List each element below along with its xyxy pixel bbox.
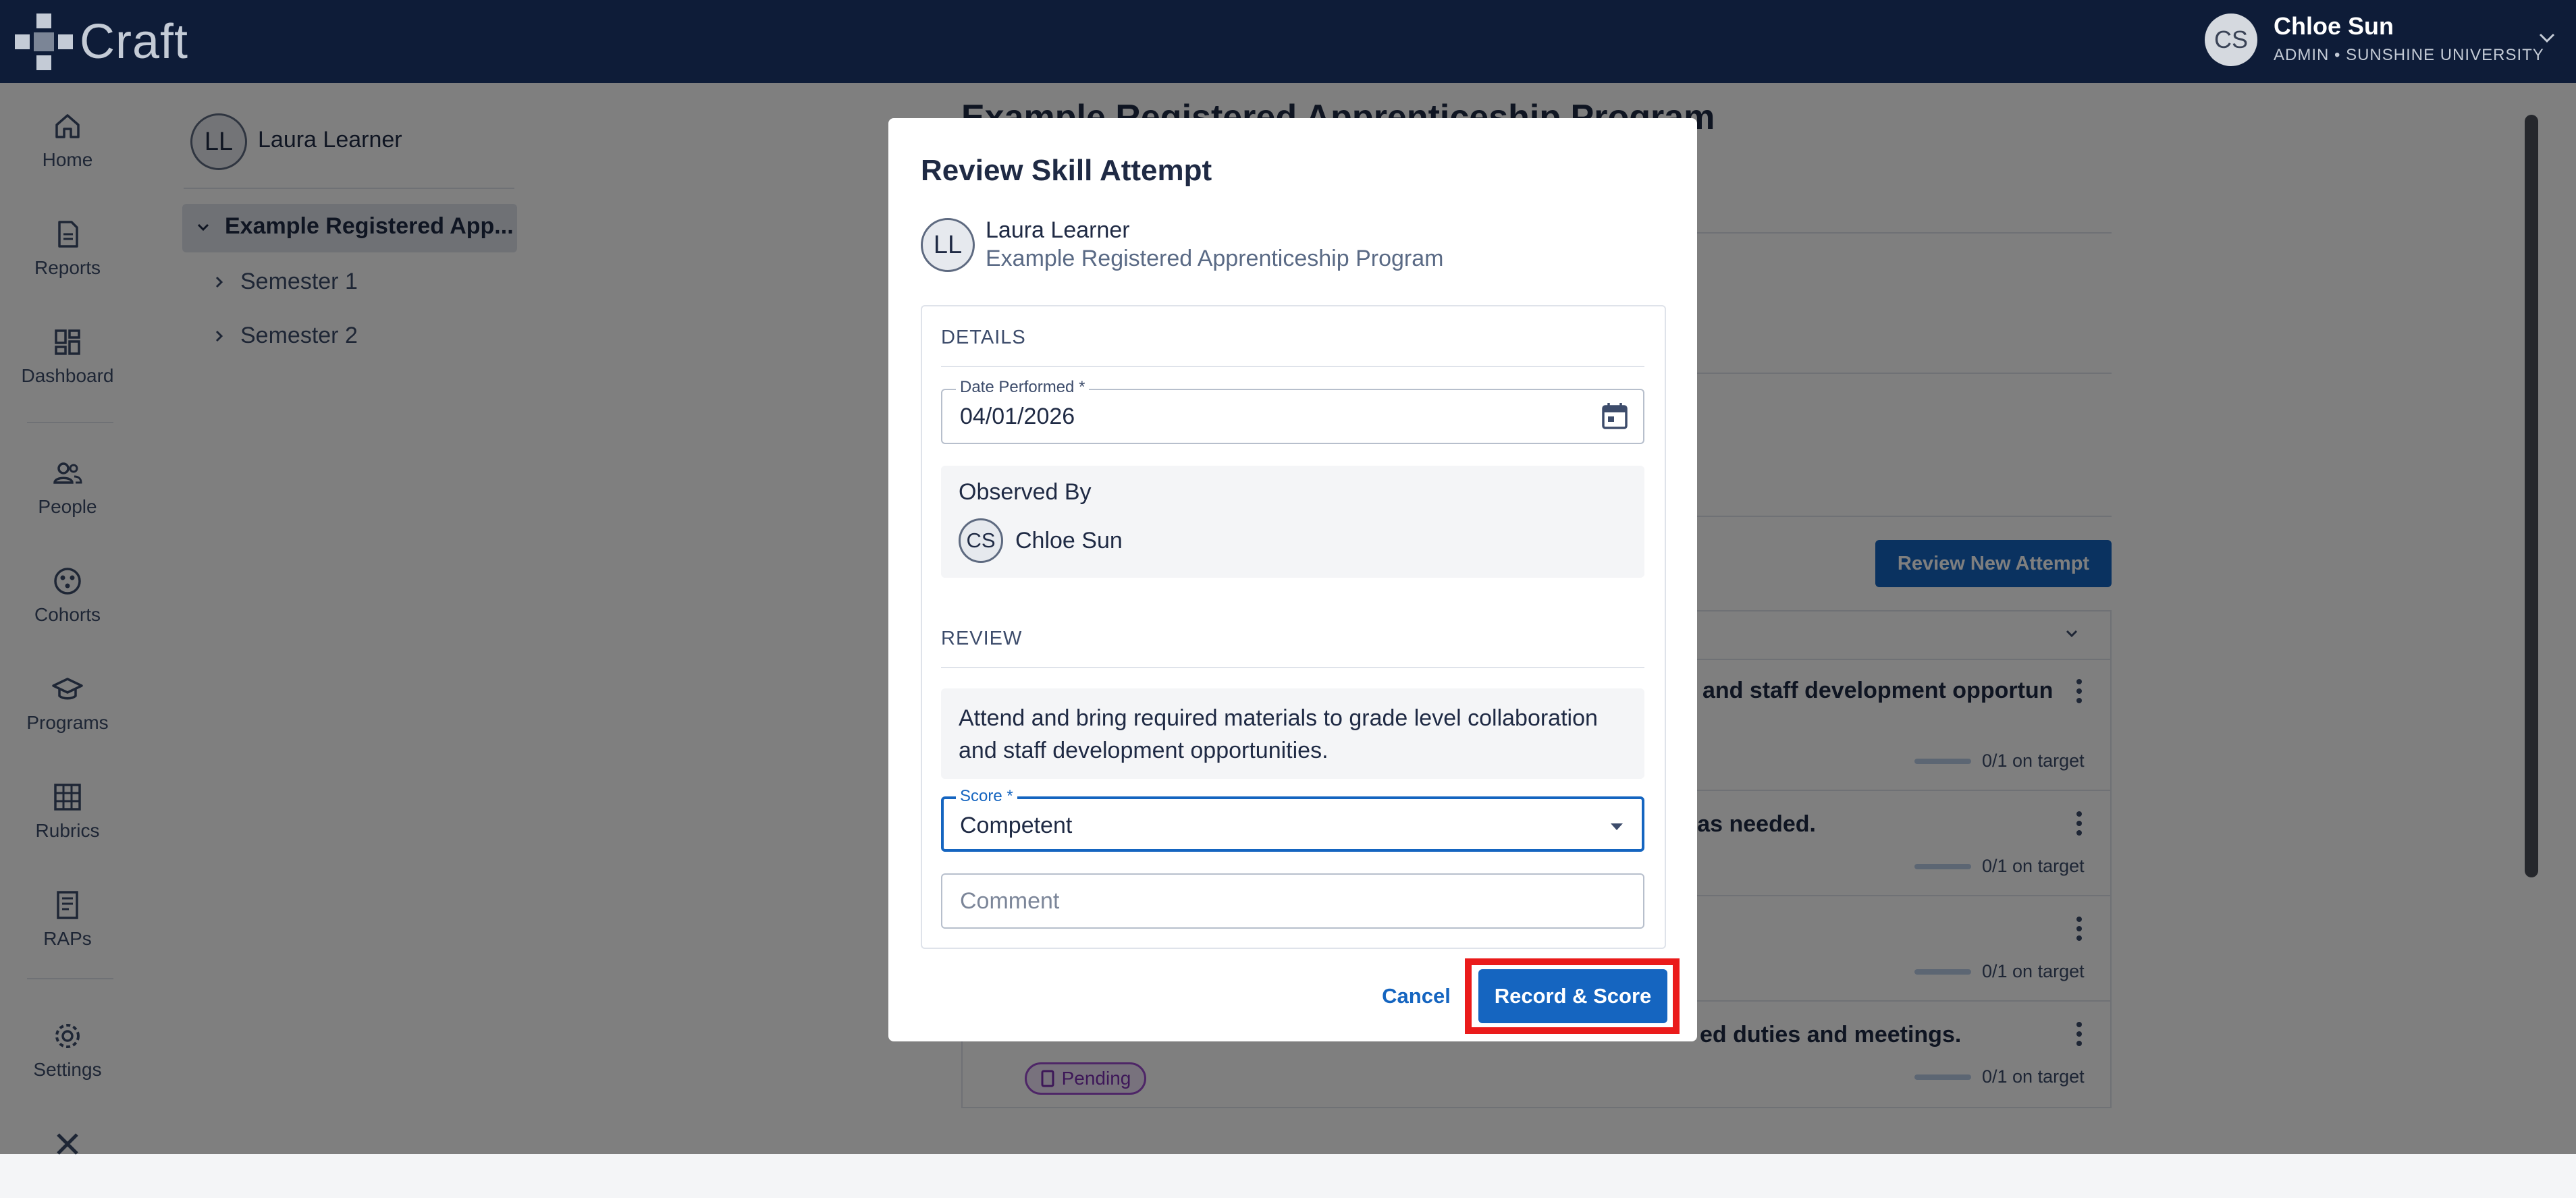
observed-by-label: Observed By <box>959 479 1092 505</box>
top-bar: Craft CS Chloe Sun ADMIN • SUNSHINE UNIV… <box>0 0 2576 83</box>
learner-name: Laura Learner <box>986 217 1130 243</box>
score-value[interactable]: Competent <box>960 813 1072 839</box>
review-section-label: REVIEW <box>941 628 1023 649</box>
divider <box>941 667 1644 668</box>
app-name: Craft <box>80 15 189 69</box>
craft-logo-icon <box>15 13 73 70</box>
craft-logo[interactable]: Craft <box>14 12 188 72</box>
score-label: Score * <box>956 787 1017 806</box>
user-name[interactable]: Chloe Sun <box>2274 12 2394 40</box>
observer-name: Chloe Sun <box>1015 528 1123 553</box>
chevron-down-icon[interactable] <box>2538 31 2556 45</box>
date-performed-value[interactable]: 04/01/2026 <box>960 404 1075 430</box>
record-and-score-button[interactable]: Record & Score <box>1478 969 1667 1023</box>
comment-placeholder[interactable]: Comment <box>960 888 1059 915</box>
cancel-button[interactable]: Cancel <box>1370 975 1462 1018</box>
skill-description: Attend and bring required materials to g… <box>959 705 1598 763</box>
dialog-title: Review Skill Attempt <box>921 154 1212 187</box>
divider <box>941 366 1644 367</box>
user-role: ADMIN • SUNSHINE UNIVERSITY <box>2274 46 2544 64</box>
avatar: LL <box>921 218 975 272</box>
program-name: Example Registered Apprenticeship Progra… <box>986 246 1444 271</box>
calendar-icon[interactable] <box>1600 401 1630 431</box>
date-performed-label: Date Performed * <box>956 378 1090 397</box>
dropdown-arrow-icon[interactable] <box>1609 822 1624 832</box>
details-section-label: DETAILS <box>941 327 1026 348</box>
user-avatar[interactable]: CS <box>2205 13 2257 66</box>
avatar: CS <box>959 518 1003 563</box>
